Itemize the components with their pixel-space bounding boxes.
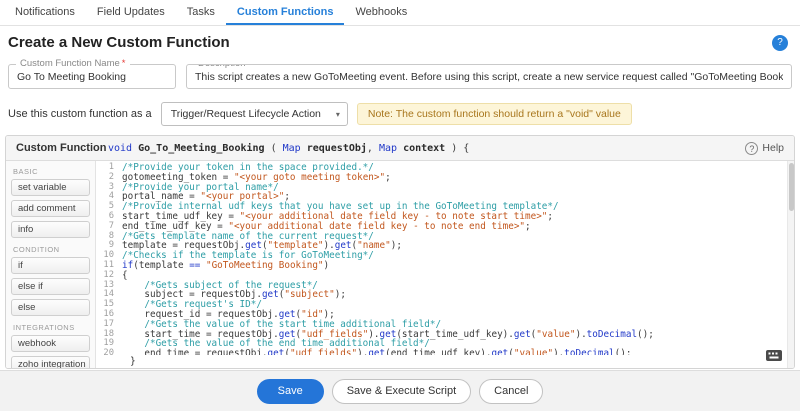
chevron-down-icon: ▾ (336, 110, 340, 119)
function-type-select[interactable]: Trigger/Request Lifecycle Action ▾ (161, 102, 348, 126)
closing-brace: } (96, 355, 787, 368)
custom-function-name-field[interactable]: Custom Function Name* (8, 64, 176, 89)
snippet-add-comment[interactable]: add comment (11, 200, 90, 217)
snippet-zoho-integration[interactable]: zoho integration (11, 356, 90, 368)
usage-row: Use this custom function as a Trigger/Re… (0, 89, 800, 135)
custom-function-name-input[interactable] (17, 71, 167, 83)
editor-panel-title: Custom Function (16, 142, 108, 154)
keyboard-icon[interactable] (766, 350, 782, 364)
code-lines: 1/*Provide your token in the space provi… (96, 161, 787, 355)
editor-body: BASIC set variable add comment info CONDITIO… (6, 161, 794, 368)
code-line[interactable]: 11if(template == "GoToMeeting Booking") (96, 261, 787, 271)
tab-tasks[interactable]: Tasks (176, 0, 226, 25)
editor-scrollbar-thumb[interactable] (789, 163, 794, 211)
editor-help-link[interactable]: ? Help (745, 142, 784, 155)
editor-scrollbar[interactable] (787, 161, 794, 368)
form-row: Custom Function Name* Description (0, 56, 800, 89)
snippet-info[interactable]: info (11, 221, 90, 238)
description-field[interactable]: Description (186, 64, 792, 89)
custom-function-name-label: Custom Function Name* (16, 58, 130, 69)
required-asterisk: * (122, 58, 126, 69)
snippet-webhook[interactable]: webhook (11, 335, 90, 352)
usage-label: Use this custom function as a (8, 108, 152, 120)
description-input[interactable] (195, 71, 783, 83)
tab-webhooks[interactable]: Webhooks (344, 0, 418, 25)
tab-notifications[interactable]: Notifications (4, 0, 86, 25)
function-type-selected-value: Trigger/Request Lifecycle Action (171, 108, 321, 120)
page-help-icon[interactable]: ? (772, 35, 788, 51)
code-text: if(template == "GoToMeeting Booking") (122, 261, 329, 271)
snippet-else-if[interactable]: else if (11, 278, 90, 295)
help-icon: ? (745, 142, 758, 155)
help-label: Help (762, 142, 784, 154)
save-button[interactable]: Save (257, 379, 324, 404)
void-return-note: Note: The custom function should return … (357, 103, 632, 125)
title-row: Create a New Custom Function ? (0, 26, 800, 56)
function-signature: void Go_To_Meeting_Booking ( Map request… (108, 143, 745, 154)
editor-header: Custom Function void Go_To_Meeting_Booki… (6, 136, 794, 161)
snippet-set-variable[interactable]: set variable (11, 179, 90, 196)
tab-bar: NotificationsField UpdatesTasksCustom Fu… (0, 0, 800, 26)
code-region[interactable]: 1/*Provide your token in the space provi… (96, 161, 794, 368)
save-execute-button[interactable]: Save & Execute Script (332, 379, 471, 404)
page-title: Create a New Custom Function (8, 34, 230, 51)
sidebar-section-condition: CONDITION (13, 245, 88, 254)
custom-function-page: NotificationsField UpdatesTasksCustom Fu… (0, 0, 800, 369)
footer-bar: Save Save & Execute Script Cancel (0, 370, 800, 411)
tab-field-updates[interactable]: Field Updates (86, 0, 176, 25)
custom-function-editor: Custom Function void Go_To_Meeting_Booki… (5, 135, 795, 369)
editor-sidebar: BASIC set variable add comment info CONDITIO… (6, 161, 96, 368)
snippet-else[interactable]: else (11, 299, 90, 316)
sidebar-section-basic: BASIC (13, 167, 88, 176)
cancel-button[interactable]: Cancel (479, 379, 543, 404)
sidebar-section-integrations: INTEGRATIONS (13, 323, 88, 332)
snippet-if[interactable]: if (11, 257, 90, 274)
description-label: Description (194, 64, 250, 69)
tab-custom-functions[interactable]: Custom Functions (226, 0, 345, 25)
